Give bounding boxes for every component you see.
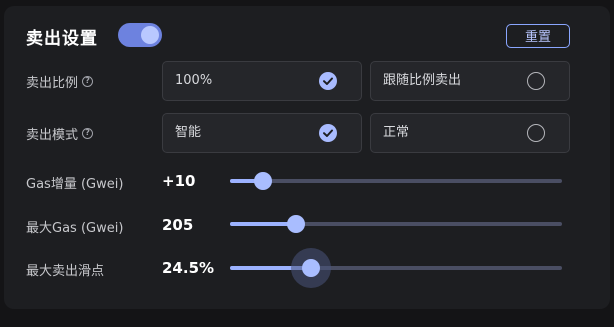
question-circle-icon[interactable]: ? — [82, 76, 94, 87]
slider-fill — [230, 266, 312, 270]
sell-ratio-option-follow[interactable]: 跟随比例卖出 — [370, 61, 570, 101]
gas-increment-label: Gas增量 (Gwei) — [26, 177, 124, 192]
radio-circle-icon — [527, 124, 545, 142]
max-slippage-label: 最大卖出滑点 — [26, 264, 105, 279]
option-label: 正常 — [383, 125, 410, 140]
option-label: 100% — [175, 73, 213, 88]
option-label: 智能 — [175, 125, 202, 140]
radio-circle-icon — [527, 72, 545, 90]
option-label: 跟随比例卖出 — [383, 73, 462, 88]
check-circle-icon — [319, 72, 337, 90]
max-slippage-value: 24.5% — [162, 259, 215, 277]
max-slippage-slider[interactable] — [230, 258, 562, 278]
slider-thumb[interactable] — [287, 215, 306, 233]
sell-settings-toggle[interactable] — [118, 23, 162, 47]
gas-increment-slider[interactable] — [230, 171, 562, 191]
slider-thumb[interactable] — [302, 259, 321, 277]
sell-ratio-label-group: 卖出比例 ? — [26, 72, 94, 91]
max-gas-value: 205 — [162, 216, 194, 234]
sell-mode-label: 卖出模式 — [26, 128, 79, 143]
question-circle-icon[interactable]: ? — [82, 128, 94, 139]
gas-increment-value: +10 — [162, 172, 196, 190]
slider-track — [230, 179, 562, 183]
sell-ratio-label: 卖出比例 — [26, 76, 79, 91]
max-gas-label: 最大Gas (Gwei) — [26, 221, 124, 236]
max-gas-slider[interactable] — [230, 214, 562, 234]
sell-mode-option-smart[interactable]: 智能 — [162, 113, 362, 153]
reset-button[interactable]: 重置 — [506, 24, 570, 48]
toggle-knob — [141, 26, 159, 44]
sell-mode-option-normal[interactable]: 正常 — [370, 113, 570, 153]
sell-ratio-option-100[interactable]: 100% — [162, 61, 362, 101]
slider-thumb[interactable] — [254, 172, 273, 190]
sell-mode-label-group: 卖出模式 ? — [26, 124, 94, 143]
panel-title: 卖出设置 — [26, 29, 98, 49]
check-circle-icon — [319, 124, 337, 142]
